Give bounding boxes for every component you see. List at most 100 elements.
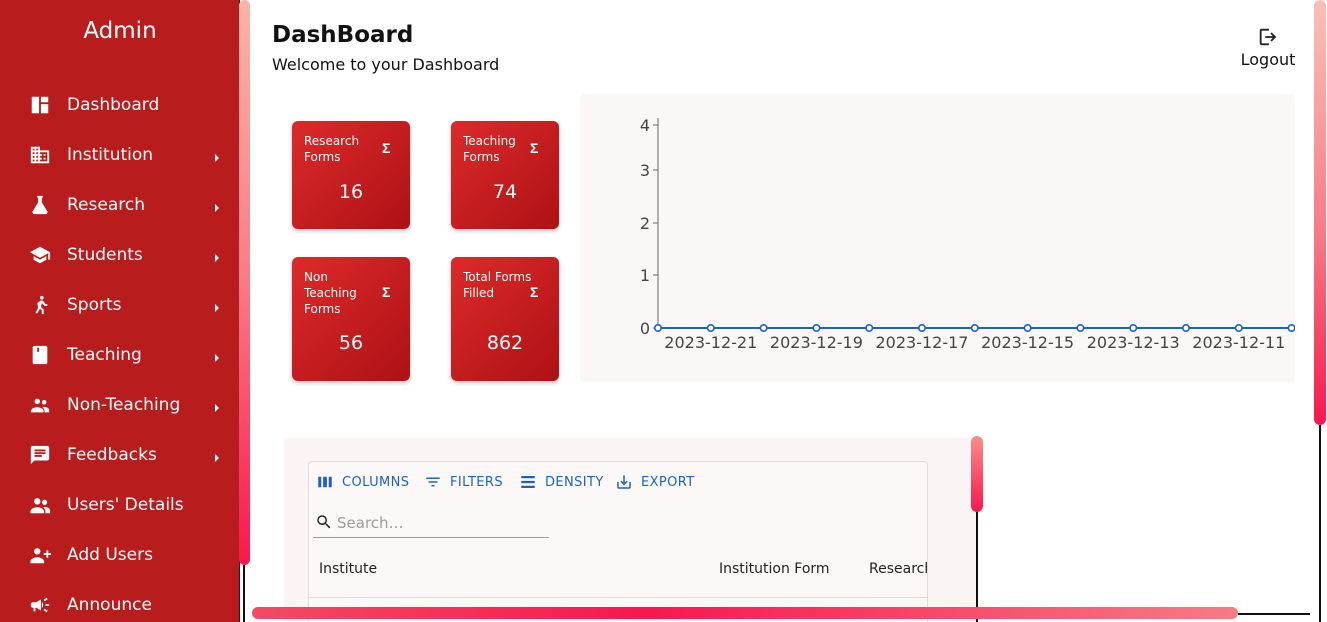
horizontal-scrollbar[interactable] xyxy=(252,607,1238,619)
header-divider xyxy=(309,597,927,598)
search-input[interactable] xyxy=(337,510,547,536)
data-point xyxy=(1076,324,1085,333)
y-tick-label: 2 xyxy=(640,214,650,233)
data-point xyxy=(1181,324,1190,333)
sigma-icon: Σ xyxy=(382,140,391,156)
x-tick-label: 2023-12-13 xyxy=(1087,333,1180,352)
card-value: 74 xyxy=(492,181,518,203)
page-subtitle: Welcome to your Dashboard xyxy=(272,55,500,74)
sidebar-item-label: Students xyxy=(67,245,143,265)
filter-icon xyxy=(426,477,440,487)
card-value: 16 xyxy=(338,181,364,203)
sidebar-item-label: Sports xyxy=(67,295,122,315)
dashboard-icon xyxy=(28,93,52,117)
chevron-right-icon xyxy=(212,200,222,212)
sidebar-item-label: Research xyxy=(67,195,145,215)
x-tick-label: 2023-12-15 xyxy=(981,333,1074,352)
logout-icon xyxy=(1259,28,1277,46)
chevron-right-icon xyxy=(212,350,222,362)
sidebar-item-users-details[interactable]: Users' Details xyxy=(0,485,236,525)
filters-label: FILTERS xyxy=(450,474,504,490)
data-point xyxy=(654,324,663,333)
export-button[interactable]: EXPORT xyxy=(615,472,695,492)
density-button[interactable]: DENSITY xyxy=(519,472,604,492)
users-icon xyxy=(28,493,52,517)
y-tick-label: 0 xyxy=(640,319,650,338)
data-point xyxy=(812,324,821,333)
page-scrollbar[interactable] xyxy=(1314,0,1326,425)
forms-chart: 0 1 2 3 4 2023-12-21 2023-12-19 2023-12-17 2023-… xyxy=(580,94,1295,382)
sidebar-item-announce[interactable]: Announce xyxy=(0,585,236,622)
sidebar-scroll-track xyxy=(243,565,245,622)
flask-icon xyxy=(28,193,52,217)
data-point xyxy=(706,324,715,333)
feedback-icon xyxy=(28,443,52,467)
y-tick-label: 4 xyxy=(640,116,650,135)
graduation-cap-icon xyxy=(28,243,52,267)
column-header-research[interactable]: Research xyxy=(869,561,927,577)
sidebar-item-institution[interactable]: Institution xyxy=(0,135,236,175)
chart-svg: 0 1 2 3 4 2023-12-21 2023-12-19 2023-12-17 2023-… xyxy=(640,116,1295,352)
data-point xyxy=(1129,324,1138,333)
stat-card-research-forms: Research Forms Σ 16 xyxy=(292,121,410,229)
sidebar-scrollbar[interactable] xyxy=(239,0,250,565)
logout-label: Logout xyxy=(1240,50,1296,69)
sidebar: Admin Dashboard Institution Research Stu… xyxy=(0,0,240,622)
sidebar-item-label: Teaching xyxy=(67,345,142,365)
sidebar-item-label: Users' Details xyxy=(67,495,184,515)
page-scroll-track xyxy=(1319,425,1321,622)
search-field xyxy=(313,510,549,538)
horizontal-scroll-track xyxy=(1238,613,1310,615)
y-tick-label: 1 xyxy=(640,266,650,285)
chevron-right-icon xyxy=(212,250,222,262)
stat-card-teaching-forms: Teaching Forms Σ 74 xyxy=(451,121,559,229)
sidebar-item-non-teaching[interactable]: Non-Teaching xyxy=(0,385,236,425)
card-label: Teaching Forms xyxy=(463,134,516,164)
columns-icon xyxy=(318,476,332,488)
add-user-icon xyxy=(28,543,52,567)
stat-card-total-forms-filled: Total Forms Filled Σ 862 xyxy=(451,257,559,381)
sidebar-item-sports[interactable]: Sports xyxy=(0,285,236,325)
sidebar-item-feedbacks[interactable]: Feedbacks xyxy=(0,435,236,475)
sidebar-item-label: Institution xyxy=(67,145,154,165)
sidebar-item-teaching[interactable]: Teaching xyxy=(0,335,236,375)
chevron-right-icon xyxy=(212,400,222,412)
sidebar-item-dashboard[interactable]: Dashboard xyxy=(0,85,236,125)
sigma-icon: Σ xyxy=(530,140,539,156)
x-tick-label: 2023-12-19 xyxy=(770,333,863,352)
sidebar-title: Admin xyxy=(83,18,157,44)
sidebar-item-add-users[interactable]: Add Users xyxy=(0,535,236,575)
data-point xyxy=(1234,324,1243,333)
sidebar-item-label: Dashboard xyxy=(67,95,160,115)
sidebar-item-label: Add Users xyxy=(67,545,153,565)
building-icon xyxy=(28,143,52,167)
density-label: DENSITY xyxy=(545,474,604,490)
card-label: Research Forms xyxy=(304,134,360,164)
book-icon xyxy=(28,343,52,367)
density-icon xyxy=(521,476,535,488)
x-tick-label: 2023-12-17 xyxy=(876,333,969,352)
sidebar-item-research[interactable]: Research xyxy=(0,185,236,225)
sidebar-item-students[interactable]: Students xyxy=(0,235,236,275)
filters-button[interactable]: FILTERS xyxy=(424,472,503,492)
logout-button[interactable]: Logout xyxy=(1236,26,1300,72)
sigma-icon: Σ xyxy=(382,284,391,300)
x-tick-label: 2023-12-11 xyxy=(1192,333,1285,352)
chevron-right-icon xyxy=(212,150,222,162)
column-header-institute[interactable]: Institute xyxy=(319,561,377,577)
card-value: 56 xyxy=(338,332,364,354)
table-scrollbar[interactable] xyxy=(971,436,983,512)
data-point xyxy=(865,324,874,333)
y-tick-label: 3 xyxy=(640,161,650,180)
columns-button[interactable]: COLUMNS xyxy=(316,472,409,492)
card-value: 862 xyxy=(486,332,524,354)
people-icon xyxy=(28,393,52,417)
chevron-right-icon xyxy=(212,300,222,312)
table-scroll-track xyxy=(976,512,978,622)
data-point xyxy=(759,324,768,333)
data-point xyxy=(970,324,979,333)
column-header-institution-form[interactable]: Institution Form xyxy=(719,561,830,577)
page-title: DashBoard xyxy=(272,22,414,48)
sidebar-item-label: Announce xyxy=(67,595,152,615)
sidebar-item-label: Feedbacks xyxy=(67,445,157,465)
